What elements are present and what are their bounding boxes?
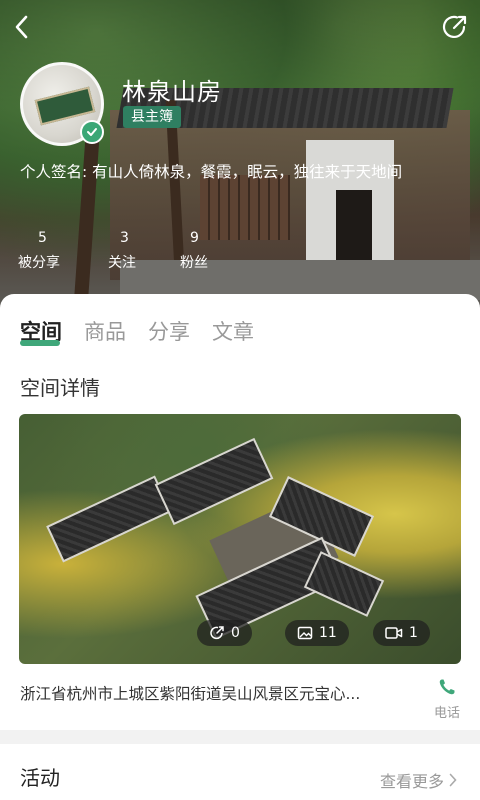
space-photo[interactable]: 0 11 1 — [19, 414, 461, 664]
tree-trunk — [74, 129, 100, 301]
image-icon — [297, 626, 313, 640]
photo-roof — [303, 551, 385, 617]
space-card: 空间 商品 分享 文章 空间详情 0 11 1 浙江省杭州市上城区紫阳街道吴山风… — [0, 294, 480, 730]
profile-bio: 个人签名: 有山人倚林泉，餐霞，眠云，独往来于天地间 — [20, 163, 403, 181]
tab-shares[interactable]: 分享 — [148, 316, 190, 346]
verified-badge-icon — [80, 120, 104, 144]
video-icon — [385, 627, 403, 639]
share-icon — [210, 626, 224, 640]
stat-followers[interactable]: 9 粉丝 — [180, 230, 270, 272]
section-title: 空间详情 — [20, 376, 100, 400]
tab-space[interactable]: 空间 — [20, 316, 62, 346]
profile-name: 林泉山房 — [122, 78, 222, 106]
chevron-left-icon — [15, 15, 28, 39]
share-count-pill: 0 — [197, 620, 252, 646]
avatar-plaque-image — [34, 86, 96, 126]
back-button[interactable] — [8, 12, 38, 42]
stat-value: 5 — [38, 230, 47, 246]
stat-label: 关注 — [108, 255, 136, 271]
stat-shared[interactable]: 5 被分享 — [18, 230, 108, 272]
tab-label: 商品 — [84, 320, 126, 344]
tab-label: 文章 — [212, 320, 254, 344]
phone-button[interactable]: 电话 — [430, 678, 464, 721]
rank-badge: 县主簿 — [123, 106, 181, 128]
phone-icon — [439, 679, 455, 695]
photo-roof — [154, 437, 274, 526]
image-count-pill[interactable]: 11 — [285, 620, 349, 646]
photo-roof — [46, 475, 172, 563]
building-door — [336, 190, 372, 260]
content-tabs: 空间 商品 分享 文章 — [20, 316, 254, 346]
phone-label: 电话 — [433, 706, 460, 721]
activity-section: 活动 查看更多 — [0, 744, 480, 800]
share-button[interactable] — [440, 12, 470, 42]
video-count-pill[interactable]: 1 — [373, 620, 430, 646]
tab-label: 分享 — [148, 320, 190, 344]
active-tab-indicator — [20, 340, 60, 346]
chevron-right-icon — [449, 773, 457, 787]
stat-following[interactable]: 3 关注 — [108, 230, 180, 272]
space-address[interactable]: 浙江省杭州市上城区紫阳街道吴山风景区元宝心... — [20, 682, 420, 704]
share-icon — [442, 15, 467, 39]
video-count: 1 — [409, 625, 418, 641]
activity-title: 活动 — [20, 766, 60, 790]
share-count: 0 — [231, 625, 240, 641]
stat-value: 9 — [190, 230, 199, 246]
see-more-label: 查看更多 — [379, 772, 444, 791]
stat-value: 3 — [120, 230, 129, 246]
tab-products[interactable]: 商品 — [84, 316, 126, 346]
stat-label: 粉丝 — [180, 255, 208, 271]
stat-label: 被分享 — [18, 255, 60, 271]
see-more-link[interactable]: 查看更多 — [380, 768, 458, 792]
tab-articles[interactable]: 文章 — [212, 316, 254, 346]
profile-stats: 5 被分享 3 关注 9 粉丝 — [18, 230, 270, 272]
image-count: 11 — [319, 625, 337, 641]
